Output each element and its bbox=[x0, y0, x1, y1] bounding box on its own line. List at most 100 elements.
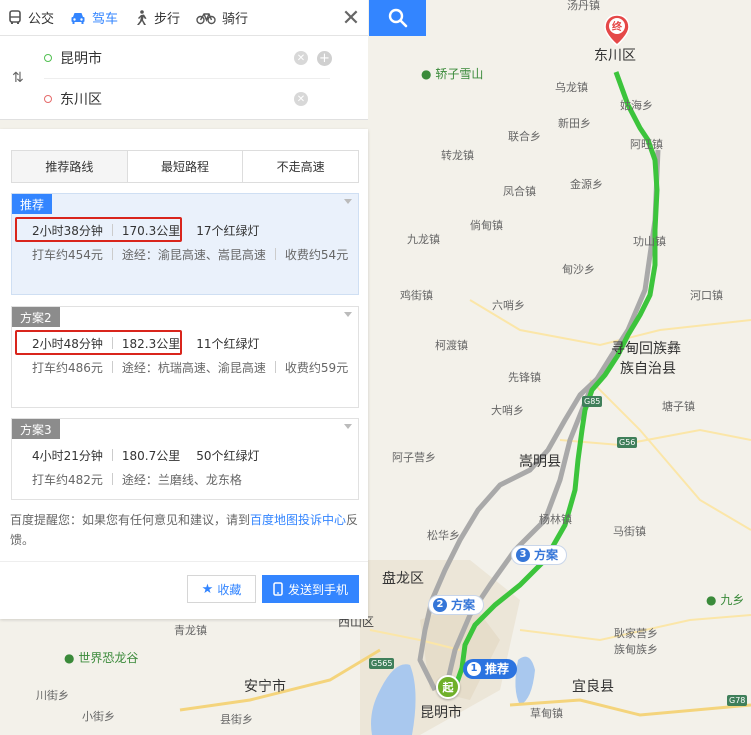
route-tag-label: 推荐 bbox=[485, 662, 510, 676]
map-label-songming: 嵩明县 bbox=[519, 454, 561, 470]
route-number: 2 bbox=[433, 598, 447, 612]
map-label-xunsha: 甸沙乡 bbox=[562, 263, 595, 276]
route-tag-plan3[interactable]: 3 方案 bbox=[511, 545, 568, 565]
divider bbox=[0, 561, 368, 562]
car-icon bbox=[71, 12, 85, 24]
map-label-zhuanlong: 转龙镇 bbox=[441, 149, 474, 162]
origin-field[interactable]: 昆明市 ✕ + bbox=[44, 38, 332, 78]
swap-icon[interactable]: ⇅ bbox=[12, 70, 24, 86]
origin-value: 昆明市 bbox=[60, 51, 102, 67]
chevron-down-icon[interactable] bbox=[344, 424, 352, 429]
route-details: 打车约482元 途经：兰磨线、龙东格 bbox=[32, 470, 352, 491]
map-label-majie: 马街镇 bbox=[613, 525, 646, 538]
start-marker-icon[interactable]: 起 bbox=[436, 675, 460, 699]
map-label-xiaojie: 小街乡 bbox=[82, 710, 115, 723]
send-to-phone-button[interactable]: 发送到手机 bbox=[262, 575, 359, 603]
toll-fee: 收费约54元 bbox=[284, 248, 349, 262]
map-label-konglong: ● 世界恐龙谷 bbox=[64, 651, 139, 665]
map-label-anning: 安宁市 bbox=[244, 679, 286, 695]
route-lights: 50个红绿灯 bbox=[196, 448, 260, 463]
add-waypoint-icon[interactable]: + bbox=[317, 50, 332, 66]
map-label-fenghe: 凤合镇 bbox=[503, 185, 536, 198]
close-button[interactable]: ✕ bbox=[334, 0, 368, 36]
map-label-jijie: 鸡街镇 bbox=[400, 289, 433, 302]
tab-label: 骑行 bbox=[222, 12, 249, 27]
bike-icon bbox=[196, 12, 216, 24]
destination-field[interactable]: 东川区 ✕ bbox=[44, 79, 330, 119]
close-icon: ✕ bbox=[341, 5, 361, 31]
tab-shortest[interactable]: 最短路程 bbox=[127, 151, 244, 182]
route-lights: 17个红绿灯 bbox=[196, 223, 260, 238]
chevron-down-icon[interactable] bbox=[344, 199, 352, 204]
map-label-kunming: 昆明市 bbox=[420, 705, 462, 721]
notice-text: 百度提醒您：如果您有任何意见和建议，请到 bbox=[10, 513, 251, 527]
tab-walk[interactable]: 步行 bbox=[126, 0, 188, 36]
route-tag-plan2[interactable]: 2 方案 bbox=[428, 595, 485, 615]
map-label-xintian: 新田乡 bbox=[558, 117, 591, 130]
favorite-label: 收藏 bbox=[217, 582, 242, 597]
map-label-azi: 阿子营乡 bbox=[392, 451, 436, 464]
map-label-jiuxiang: ● 九乡 bbox=[706, 593, 745, 607]
route-card-1[interactable]: 推荐 2小时38分钟 170.3公里 17个红绿灯 打车约454元 途经：渝昆高速… bbox=[11, 193, 359, 295]
tab-bus[interactable]: 公交 bbox=[0, 0, 62, 36]
end-marker-label: 终 bbox=[612, 20, 623, 33]
map-label-xundian2: 族自治县 bbox=[620, 361, 676, 377]
map-label-xianfeng: 先锋镇 bbox=[508, 371, 541, 384]
map-label-dashao: 大哨乡 bbox=[491, 404, 524, 417]
end-marker-icon[interactable]: 终 bbox=[604, 14, 630, 46]
route-badge: 方案2 bbox=[12, 307, 60, 327]
route-details: 打车约454元 途经：渝昆高速、嵩昆高速 收费约54元 bbox=[32, 245, 352, 266]
route-via: 途经：杭瑞高速、渝昆高速 bbox=[121, 361, 266, 375]
destination-value: 东川区 bbox=[60, 92, 102, 108]
chevron-down-icon[interactable] bbox=[344, 312, 352, 317]
map-label-jiulong: 九龙镇 bbox=[407, 233, 440, 246]
search-button[interactable] bbox=[369, 0, 426, 36]
road-badge-g565: G565 bbox=[369, 658, 395, 669]
complaint-center-link[interactable]: 百度地图投诉中心 bbox=[250, 513, 346, 527]
walk-icon bbox=[137, 9, 147, 25]
route-via: 途经：渝昆高速、嵩昆高速 bbox=[121, 248, 266, 262]
tab-car[interactable]: 驾车 bbox=[62, 0, 126, 36]
route-distance: 180.7公里 bbox=[121, 448, 181, 463]
route-number: 1 bbox=[467, 662, 481, 676]
route-card-3[interactable]: 方案3 4小时21分钟 180.7公里 50个红绿灯 打车约482元 途经：兰磨线… bbox=[11, 418, 359, 500]
map-label-kedu: 柯渡镇 bbox=[435, 339, 468, 352]
route-distance: 170.3公里 bbox=[121, 223, 181, 238]
route-results-panel: 推荐路线 最短路程 不走高速 推荐 2小时38分钟 170.3公里 17个红绿灯… bbox=[0, 129, 368, 619]
map-label-chuanjie: 川街乡 bbox=[36, 689, 69, 702]
map-label-gongshan: 功山镇 bbox=[633, 235, 666, 248]
tab-no-highway[interactable]: 不走高速 bbox=[243, 151, 359, 182]
map-label-wulong: 乌龙镇 bbox=[555, 81, 588, 94]
tab-bike[interactable]: 骑行 bbox=[188, 0, 256, 36]
map-label-xundian: 寻甸回族彝 bbox=[611, 341, 681, 357]
route-time: 2小时38分钟 bbox=[32, 223, 103, 238]
phone-icon bbox=[273, 582, 283, 596]
map-label-cuodian: 草甸镇 bbox=[530, 707, 563, 720]
travel-mode-tabs: 公交 驾车 步行 骑行 bbox=[0, 0, 368, 36]
map-label-ahui: 阿旺镇 bbox=[630, 138, 663, 151]
route-inputs: ⇅ 昆明市 ✕ + 东川区 ✕ bbox=[0, 36, 368, 120]
tab-recommended[interactable]: 推荐路线 bbox=[12, 151, 128, 182]
map-label-tangdan: 汤丹镇 bbox=[567, 0, 600, 12]
route-tag-recommended[interactable]: 1 推荐 bbox=[463, 659, 518, 679]
clear-origin-icon[interactable]: ✕ bbox=[294, 51, 308, 65]
route-card-2[interactable]: 方案2 2小时48分钟 182.3公里 11个红绿灯 打车约486元 途经：杭瑞高… bbox=[11, 306, 359, 408]
map-label-lianhe: 联合乡 bbox=[508, 130, 541, 143]
map-label-tangzi: 塘子镇 bbox=[662, 400, 695, 413]
tab-label: 步行 bbox=[154, 12, 181, 27]
route-badge: 推荐 bbox=[12, 194, 53, 214]
route-details: 打车约486元 途经：杭瑞高速、渝昆高速 收费约59元 bbox=[32, 358, 352, 379]
map-label-xianjie: 县街乡 bbox=[220, 713, 253, 726]
map-label-liushao: 六哨乡 bbox=[492, 299, 525, 312]
taxi-fare: 打车约482元 bbox=[32, 473, 103, 487]
map-label-jiaozi: ● 轿子雪山 bbox=[421, 67, 484, 81]
send-label: 发送到手机 bbox=[287, 582, 348, 597]
map-label-yiliang: 宜良县 bbox=[572, 679, 614, 695]
origin-dot-icon bbox=[44, 54, 52, 62]
map-label-zudian: 族甸族乡 bbox=[614, 643, 658, 656]
road-badge-g85: G85 bbox=[582, 396, 603, 407]
clear-destination-icon[interactable]: ✕ bbox=[294, 92, 308, 106]
favorite-button[interactable]: ★ 收藏 bbox=[187, 575, 256, 603]
map-label-yanglin: 杨林镇 bbox=[539, 513, 572, 526]
feedback-notice: 百度提醒您：如果您有任何意见和建议，请到百度地图投诉中心反馈。 bbox=[10, 510, 360, 550]
